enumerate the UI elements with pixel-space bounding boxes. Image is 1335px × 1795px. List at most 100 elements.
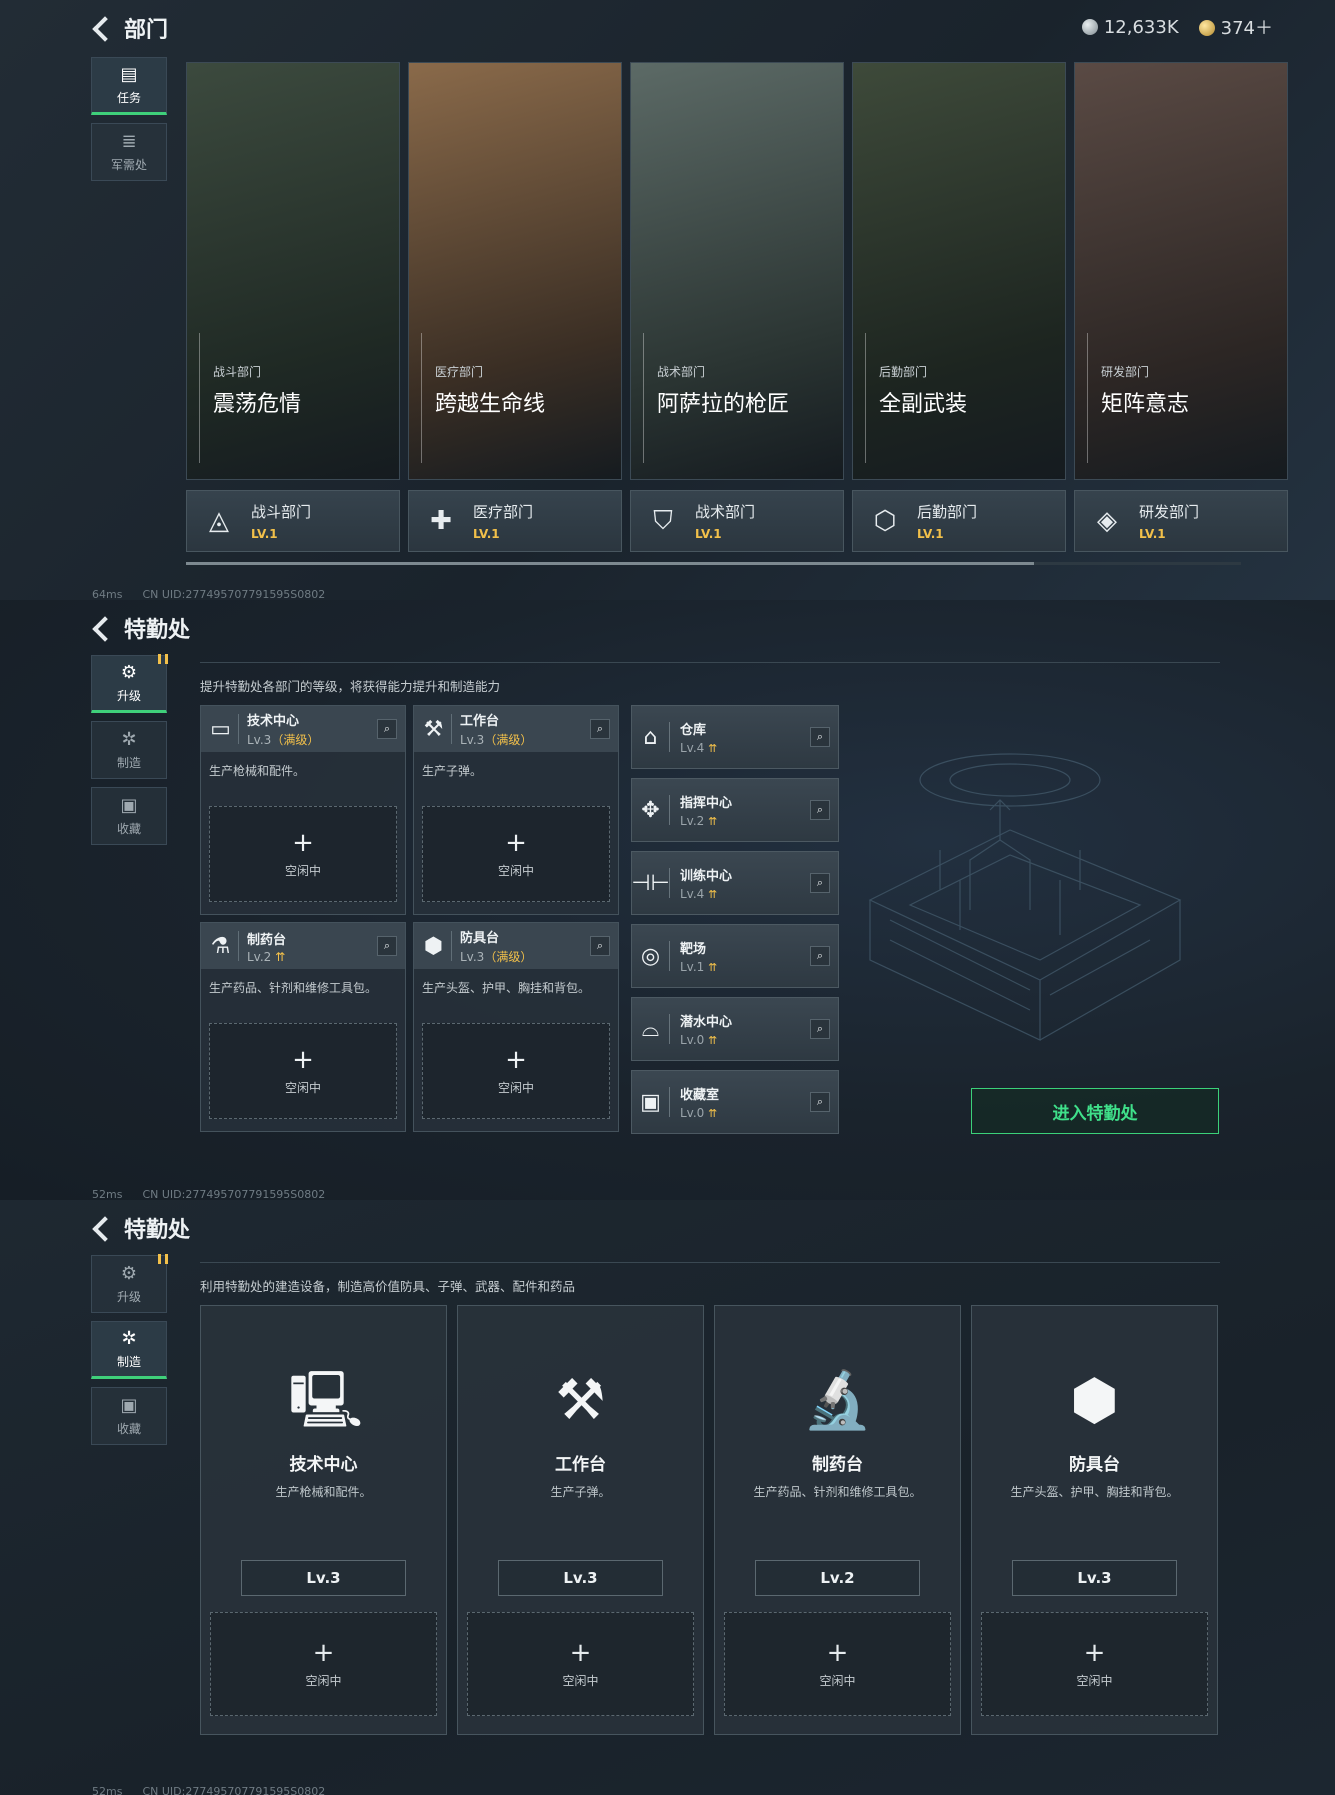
silver-amount: 12,633K: [1103, 16, 1179, 38]
section-name: 制药台: [247, 932, 287, 948]
nav-tasks[interactable]: ▤ 任务: [91, 57, 167, 115]
production-slot[interactable]: + 空闲中: [209, 806, 397, 902]
station-tech-center[interactable]: 🖳 技术中心 生产枪械和配件。 Lv.3 + 空闲中: [200, 1305, 447, 1735]
department-card-research[interactable]: 研发部门 矩阵意志: [1074, 62, 1288, 480]
nav-supply[interactable]: ≣ 军需处: [91, 123, 167, 181]
facility-diving-center[interactable]: ⌓ 潜水中心 Lv.0 ⇈ ⌕: [631, 997, 839, 1061]
tile-name: 医疗部门: [473, 503, 534, 521]
combat-icon: ◬: [209, 506, 229, 536]
department-card-medical[interactable]: 医疗部门 跨越生命线: [408, 62, 622, 480]
gold-coin-icon: [1198, 20, 1215, 36]
department-card-logistics[interactable]: 后勤部门 全副武装: [852, 62, 1066, 480]
search-icon[interactable]: ⌕: [810, 800, 830, 820]
station-level: Lv.3: [1012, 1560, 1177, 1596]
nav-craft[interactable]: ✲ 制造: [91, 721, 167, 779]
production-slot[interactable]: + 空闲中: [209, 1023, 397, 1119]
search-icon[interactable]: ⌕: [810, 873, 830, 893]
department-card-combat[interactable]: 战斗部门 震荡危情: [186, 62, 400, 480]
search-icon[interactable]: ⌕: [377, 719, 397, 739]
nav-craft[interactable]: ✲ 制造: [91, 1321, 167, 1379]
notice-badge: [158, 1254, 168, 1264]
nav-collection[interactable]: ▣ 收藏: [91, 787, 167, 845]
search-icon[interactable]: ⌕: [810, 946, 830, 966]
silver-currency[interactable]: 12,633K: [1081, 16, 1179, 38]
ping-text: 64ms: [92, 588, 123, 600]
department-card-tactical[interactable]: 战术部门阿萨拉的枪匠: [630, 62, 844, 480]
section-desc: 生产子弹。: [422, 764, 483, 778]
nav-label: 升级: [116, 689, 141, 703]
station-armor-bench[interactable]: ⬢ 防具台 生产头盔、护甲、胸挂和背包。 Lv.3 + 空闲中: [971, 1305, 1218, 1735]
search-icon[interactable]: ⌕: [810, 1019, 830, 1039]
section-pharmacy[interactable]: ⚗ 制药台 Lv.2 ⇈ ⌕ 生产药品、针剂和维修工具包。 + 空闲中: [200, 922, 406, 1132]
plus-icon: +: [826, 1637, 849, 1668]
section-armor-bench[interactable]: ⬢ 防具台 Lv.3（满级） ⌕ 生产头盔、护甲、胸挂和背包。 + 空闲中: [413, 922, 619, 1132]
facility-name: 指挥中心: [680, 796, 733, 811]
plus-icon: +: [505, 827, 527, 858]
card-frame: [421, 333, 431, 463]
currency-bar: 12,633K 374＋: [1081, 14, 1273, 40]
section-workbench[interactable]: ⚒ 工作台 Lv.3（满级） ⌕ 生产子弹。 + 空闲中: [413, 705, 619, 915]
supply-icon: ≣: [121, 131, 137, 152]
tile-tactical[interactable]: ⛉ 战术部门 LV.1: [630, 490, 844, 552]
production-slot[interactable]: + 空闲中: [467, 1612, 694, 1716]
back-icon[interactable]: [90, 1217, 112, 1239]
search-icon[interactable]: ⌕: [590, 719, 610, 739]
hammer-wrench-icon: ⚒: [422, 714, 452, 744]
page-title: 特勤处: [124, 618, 191, 643]
back-icon[interactable]: [90, 617, 112, 639]
section-desc: 生产头盔、护甲、胸挂和背包。: [422, 981, 591, 995]
cubes-icon: ⬢: [1070, 1368, 1119, 1433]
facility-name: 仓库: [680, 723, 707, 738]
nav-label: 制造: [116, 756, 141, 770]
nav-upgrade[interactable]: ⚙ 升级: [91, 1254, 168, 1313]
production-slot[interactable]: + 空闲中: [724, 1612, 951, 1716]
production-slot[interactable]: + 空闲中: [981, 1612, 1208, 1716]
tile-medical[interactable]: ✚ 医疗部门 LV.1: [408, 490, 622, 552]
departments-panel: 部门 12,633K 374＋ ▤ 任务 ≣ 军需处 战斗部门 震荡危情 医疗部门 跨越…: [0, 0, 1335, 600]
cubes-icon: ⬢: [422, 931, 452, 961]
nav-upgrade[interactable]: ⚙ 升级: [91, 654, 168, 713]
tile-level: LV.1: [473, 527, 500, 541]
logistics-icon: ⬡: [873, 506, 897, 536]
facility-collection-room[interactable]: ▣ 收藏室 Lv.0 ⇈ ⌕: [631, 1070, 839, 1134]
plus-icon: +: [292, 1044, 314, 1075]
section-tech-center[interactable]: ▭ 技术中心 Lv.3（满级） ⌕ 生产枪械和配件。 + 空闲中: [200, 705, 406, 915]
facility-name: 潜水中心: [680, 1015, 733, 1030]
target-icon: ◎: [640, 941, 670, 971]
tile-name: 后勤部门: [917, 503, 978, 521]
search-icon[interactable]: ⌕: [810, 727, 830, 747]
uid-text: CN UID:277495707791595S0802: [142, 588, 326, 600]
production-slot[interactable]: + 空闲中: [422, 806, 610, 902]
tile-research[interactable]: ◈ 研发部门 LV.1: [1074, 490, 1288, 552]
facility-level: Lv.1: [680, 960, 705, 974]
facility-training-center[interactable]: ⊣⊢ 训练中心 Lv.4 ⇈ ⌕: [631, 851, 839, 915]
tile-logistics[interactable]: ⬡ 后勤部门 LV.1: [852, 490, 1066, 552]
search-icon[interactable]: ⌕: [810, 1092, 830, 1112]
uid-text: CN UID:277495707791595S0802: [142, 1188, 326, 1200]
tile-name: 战斗部门: [251, 503, 312, 521]
search-icon[interactable]: ⌕: [590, 936, 610, 956]
production-slot[interactable]: + 空闲中: [422, 1023, 610, 1119]
back-icon[interactable]: [90, 17, 112, 39]
card-name: 跨越生命线: [435, 392, 546, 417]
search-icon[interactable]: ⌕: [377, 936, 397, 956]
facility-warehouse[interactable]: ⌂ 仓库 Lv.4 ⇈ ⌕: [631, 705, 839, 769]
station-level: Lv.3: [498, 1560, 663, 1596]
facility-command-center[interactable]: ✥ 指挥中心 Lv.2 ⇈ ⌕: [631, 778, 839, 842]
facility-shooting-range[interactable]: ◎ 靶场 Lv.1 ⇈ ⌕: [631, 924, 839, 988]
gold-currency[interactable]: 374＋: [1198, 14, 1273, 40]
idle-text: 空闲中: [1076, 1673, 1113, 1688]
station-workbench[interactable]: ⚒ 工作台 生产子弹。 Lv.3 + 空闲中: [457, 1305, 704, 1735]
station-pharmacy[interactable]: 🔬 制药台 生产药品、针剂和维修工具包。 Lv.2 + 空闲中: [714, 1305, 961, 1735]
card-name: 阿萨拉的枪匠: [657, 392, 790, 417]
production-slot[interactable]: + 空闲中: [210, 1612, 437, 1716]
section-level: Lv.3: [247, 733, 272, 747]
card-frame: [643, 333, 653, 463]
scrollbar-thumb[interactable]: [186, 562, 1034, 565]
horizontal-scrollbar[interactable]: [186, 562, 1241, 565]
tile-combat[interactable]: ◬ 战斗部门 LV.1: [186, 490, 400, 552]
task-icon: ▤: [120, 64, 138, 85]
card-sub: 战术部门: [657, 365, 706, 379]
nav-collection[interactable]: ▣ 收藏: [91, 1387, 167, 1445]
enter-special-ops-button[interactable]: 进入特勤处: [971, 1088, 1219, 1134]
